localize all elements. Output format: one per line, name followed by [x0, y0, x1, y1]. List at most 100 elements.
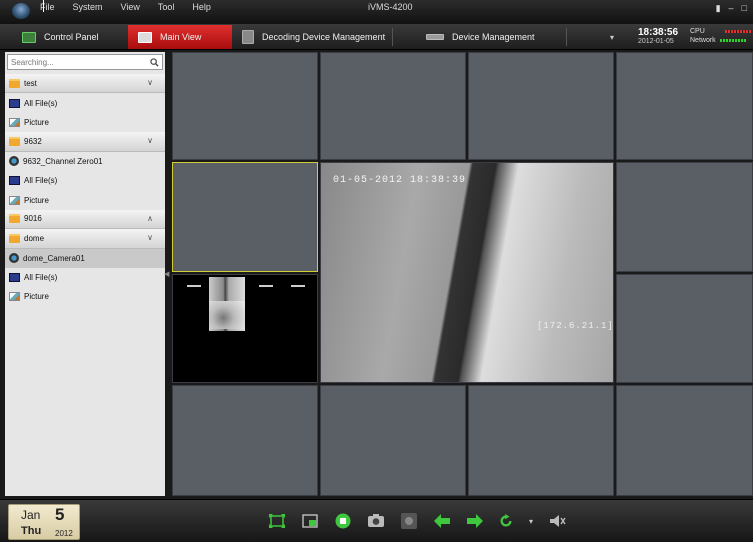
tab-divider	[392, 28, 393, 46]
tab-dropdown-icon[interactable]: ▾	[610, 33, 614, 42]
list-item[interactable]: dome_Camera01	[5, 248, 165, 268]
video-window[interactable]	[320, 385, 466, 496]
video-window-grid: 01-05-2012 18:38:39 [172.6.21.1]	[170, 52, 753, 496]
video-window[interactable]	[616, 385, 753, 496]
osd-line	[291, 285, 305, 287]
decoder-icon	[242, 30, 254, 44]
minimize-button[interactable]: –	[729, 3, 734, 14]
video-window[interactable]	[172, 52, 318, 160]
menu-system[interactable]: System	[73, 2, 103, 12]
list-item[interactable]: All File(s)	[5, 171, 165, 190]
fullscreen-icon[interactable]	[268, 512, 286, 530]
chevron-up-icon[interactable]: ∧	[147, 214, 153, 223]
stop-all-icon[interactable]	[334, 512, 352, 530]
group-label: dome	[24, 233, 45, 243]
list-item[interactable]: Picture	[5, 190, 165, 209]
network-meter	[719, 38, 746, 42]
camera-icon	[9, 253, 19, 264]
tab-label: Control Panel	[44, 32, 99, 42]
picture-icon	[9, 117, 20, 127]
list-item[interactable]: Picture	[5, 113, 165, 132]
folder-icon	[9, 78, 20, 88]
video-window[interactable]	[172, 385, 318, 496]
window-title: iVMS-4200	[368, 2, 413, 12]
video-window[interactable]	[468, 385, 614, 496]
group-9016[interactable]: 9016 ∧	[5, 209, 165, 230]
video-window-live[interactable]	[172, 274, 318, 383]
files-icon	[9, 273, 20, 283]
tab-label: Device Management	[452, 32, 535, 42]
chevron-down-icon[interactable]: ∨	[147, 78, 153, 87]
camera-sidebar: test ∨ All File(s) Picture 9632 ∨ 9632_C…	[5, 52, 165, 496]
tab-decoding-device-management[interactable]: Decoding Device Management	[236, 25, 392, 49]
view-controls: ▾	[268, 512, 567, 530]
app-logo-icon	[12, 3, 30, 19]
window-controls: ▮ – □	[716, 3, 747, 14]
list-item[interactable]: All File(s)	[5, 93, 165, 112]
maximize-button[interactable]: □	[742, 3, 747, 14]
video-window[interactable]	[616, 162, 753, 272]
video-window[interactable]	[616, 274, 753, 383]
group-label: 9632	[24, 136, 42, 146]
menu-tool[interactable]: Tool	[158, 2, 175, 12]
item-label: Picture	[24, 195, 49, 205]
search-input[interactable]	[8, 55, 146, 69]
group-dome[interactable]: dome ∨	[5, 229, 165, 249]
tab-device-management[interactable]: Device Management	[426, 25, 556, 49]
list-item[interactable]: 9632_Channel Zero01	[5, 152, 165, 171]
main-view-icon	[138, 31, 152, 43]
video-window[interactable]	[616, 52, 753, 160]
tab-label: Main View	[160, 32, 202, 42]
search-box	[7, 54, 163, 70]
refresh-dropdown-icon[interactable]: ▾	[528, 512, 534, 530]
item-label: 9632_Channel Zero01	[23, 156, 103, 166]
volume-icon[interactable]	[549, 512, 567, 530]
date-month: Jan	[21, 508, 41, 522]
calendar-date: Jan 5 Thu 2012	[8, 504, 80, 540]
tab-main-view[interactable]: Main View	[128, 25, 232, 49]
date-day: 5	[55, 505, 65, 524]
resource-monitor: CPU Network	[690, 27, 751, 45]
osd-timestamp: 01-05-2012 18:38:39	[333, 175, 467, 186]
menu-help[interactable]: Help	[192, 2, 211, 12]
system-clock: 18:38:56 2012-01-05	[638, 27, 678, 46]
picture-icon	[9, 195, 20, 205]
chevron-down-icon[interactable]: ∨	[147, 233, 153, 242]
video-window[interactable]	[468, 52, 614, 160]
previous-icon[interactable]	[433, 512, 451, 530]
folder-icon	[9, 136, 20, 146]
group-test[interactable]: test ∨	[5, 74, 165, 94]
cpu-meter	[724, 29, 751, 33]
search-icon[interactable]	[146, 55, 162, 69]
next-icon[interactable]	[466, 512, 484, 530]
bottom-toolbar: Jan 5 Thu 2012 ▾	[0, 499, 753, 542]
menu-view[interactable]: View	[121, 2, 140, 12]
files-icon	[9, 176, 20, 186]
group-9632[interactable]: 9632 ∨	[5, 132, 165, 152]
date-weekday: Thu	[21, 525, 42, 537]
list-item[interactable]: All File(s)	[5, 268, 165, 287]
picture-icon	[9, 292, 20, 302]
tab-control-panel[interactable]: Control Panel	[22, 25, 120, 49]
chevron-down-icon[interactable]: ∨	[147, 136, 153, 145]
item-label: All File(s)	[24, 273, 58, 283]
item-label: Picture	[24, 292, 49, 302]
item-label: All File(s)	[24, 98, 58, 108]
cpu-label: CPU	[690, 28, 705, 35]
disabled-icon[interactable]	[400, 512, 418, 530]
folder-icon	[9, 233, 20, 243]
video-window[interactable]	[320, 52, 466, 160]
lock-button[interactable]: ▮	[716, 3, 721, 14]
item-label: dome_Camera01	[23, 253, 85, 263]
capture-icon[interactable]	[367, 512, 385, 530]
video-window-live[interactable]: 01-05-2012 18:38:39 [172.6.21.1]	[320, 162, 614, 383]
group-label: test	[24, 78, 37, 88]
refresh-icon[interactable]	[499, 512, 513, 530]
clock-time: 18:38:56	[638, 27, 679, 38]
layout-icon[interactable]	[301, 512, 319, 530]
camera-icon	[9, 156, 19, 167]
collapse-sidebar-icon[interactable]: ◀	[164, 270, 169, 278]
osd-line	[259, 285, 273, 287]
list-item[interactable]: Picture	[5, 287, 165, 306]
video-window-selected[interactable]	[172, 162, 318, 272]
